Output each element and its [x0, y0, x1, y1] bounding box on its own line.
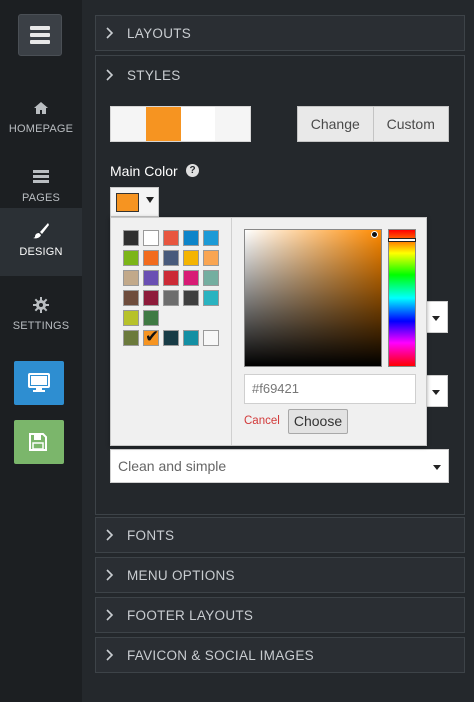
palette-swatch[interactable]	[203, 330, 219, 346]
palette-swatch[interactable]: ✔	[143, 327, 160, 346]
palette-swatch[interactable]	[183, 250, 199, 266]
palette-swatch[interactable]	[163, 250, 179, 266]
hue-slider[interactable]	[388, 229, 416, 367]
hamburger-icon-bar	[30, 33, 50, 37]
choose-button[interactable]: Choose	[288, 409, 348, 434]
palette-swatch[interactable]	[123, 270, 139, 286]
scheme-swatch	[145, 107, 181, 141]
saturation-value-area[interactable]	[244, 229, 382, 367]
palette-swatch[interactable]	[143, 270, 159, 286]
palette-swatch[interactable]	[163, 270, 179, 286]
help-icon[interactable]: ?	[186, 164, 199, 177]
menu-toggle-button[interactable]	[18, 14, 62, 56]
style-select[interactable]: Clean and simple	[110, 449, 449, 483]
scheme-button-group: Change Custom	[297, 106, 449, 142]
chevron-right-icon	[106, 609, 114, 621]
style-select-2[interactable]	[426, 375, 448, 407]
chevron-right-icon	[106, 529, 114, 541]
caret-down-icon	[432, 390, 440, 395]
section-menu-options[interactable]: MENU OPTIONS	[95, 557, 465, 593]
gear-icon	[33, 297, 49, 313]
palette-swatch[interactable]	[163, 230, 179, 246]
pages-icon	[33, 170, 49, 183]
nav-pages-label: PAGES	[21, 192, 61, 204]
chevron-right-icon	[106, 27, 114, 39]
palette-swatch[interactable]	[183, 290, 199, 306]
color-picker-popup: ✔ #f69421 Cancel Choose	[110, 217, 427, 446]
custom-button[interactable]: Custom	[372, 107, 449, 141]
caret-down-icon	[146, 197, 154, 203]
palette-swatch[interactable]	[203, 290, 219, 306]
chevron-right-icon	[106, 569, 114, 581]
palette-swatch[interactable]	[143, 230, 159, 246]
section-menu-options-label: MENU OPTIONS	[127, 568, 235, 583]
hue-handle[interactable]	[388, 238, 416, 242]
palette-swatch[interactable]	[183, 270, 199, 286]
hamburger-icon-bar	[30, 40, 50, 44]
palette-swatch[interactable]	[123, 330, 139, 346]
palette-swatch[interactable]	[163, 290, 179, 306]
nav-homepage[interactable]: HOMEPAGE	[0, 85, 82, 153]
hex-input[interactable]: #f69421	[244, 374, 416, 404]
palette-swatch[interactable]	[183, 330, 199, 346]
hamburger-icon-bar	[30, 26, 50, 30]
monitor-icon	[28, 373, 50, 392]
palette-swatch[interactable]	[143, 290, 159, 306]
chevron-right-icon	[106, 649, 114, 661]
section-fonts-label: FONTS	[127, 528, 175, 543]
palette-swatch[interactable]	[183, 230, 199, 246]
section-styles-label: STYLES	[127, 68, 181, 83]
nav-settings[interactable]: SETTINGS	[0, 282, 82, 350]
save-button[interactable]	[14, 420, 64, 464]
cancel-link[interactable]: Cancel	[244, 415, 280, 427]
nav-settings-label: SETTINGS	[12, 320, 70, 332]
checkmark-icon: ✔	[145, 327, 160, 346]
palette-swatch[interactable]	[163, 330, 179, 346]
selected-color-swatch	[116, 193, 139, 212]
palette-swatch[interactable]	[203, 250, 219, 266]
palette-swatch[interactable]	[123, 230, 139, 246]
brush-icon	[33, 223, 49, 239]
scheme-swatch	[180, 107, 216, 141]
palette-swatch[interactable]	[143, 310, 159, 326]
style-select-value: Clean and simple	[118, 458, 227, 474]
main-color-label: Main Color	[110, 163, 178, 179]
palette-swatch[interactable]	[123, 250, 139, 266]
saturation-handle[interactable]	[371, 231, 378, 238]
home-icon	[34, 102, 48, 114]
nav-design-label: DESIGN	[19, 246, 63, 258]
scheme-swatch	[111, 107, 146, 141]
change-button[interactable]: Change	[298, 107, 373, 141]
palette-swatch[interactable]	[203, 270, 219, 286]
scheme-swatch	[215, 107, 250, 141]
palette-swatch[interactable]	[143, 250, 159, 266]
section-layouts-label: LAYOUTS	[127, 26, 192, 41]
preview-button[interactable]	[14, 361, 64, 405]
caret-down-icon	[433, 465, 441, 470]
section-favicon-label: FAVICON & SOCIAL IMAGES	[127, 648, 314, 663]
chevron-right-icon	[106, 69, 114, 81]
palette-swatch[interactable]	[123, 310, 139, 326]
style-select-1[interactable]	[426, 301, 448, 333]
palette-swatch[interactable]	[123, 290, 139, 306]
section-footer-layouts-label: FOOTER LAYOUTS	[127, 608, 254, 623]
save-icon	[29, 433, 47, 451]
section-styles-header[interactable]: STYLES	[96, 56, 464, 96]
caret-down-icon	[432, 316, 440, 321]
color-palette: ✔	[111, 218, 232, 445]
section-favicon[interactable]: FAVICON & SOCIAL IMAGES	[95, 637, 465, 673]
section-fonts[interactable]: FONTS	[95, 517, 465, 553]
nav-design[interactable]: DESIGN	[0, 208, 82, 276]
nav-homepage-label: HOMEPAGE	[8, 123, 74, 135]
section-layouts[interactable]: LAYOUTS	[95, 15, 465, 51]
main-color-picker[interactable]	[110, 187, 159, 217]
palette-swatch[interactable]	[203, 230, 219, 246]
side-rail: HOMEPAGE PAGES DESIGN SETTINGS	[0, 0, 82, 702]
section-footer-layouts[interactable]: FOOTER LAYOUTS	[95, 597, 465, 633]
color-scheme-preview[interactable]	[110, 106, 251, 142]
